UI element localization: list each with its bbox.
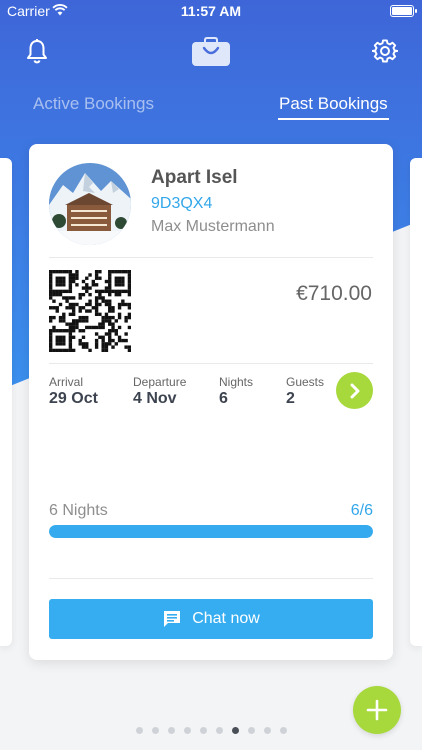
page-dot[interactable]	[167, 727, 175, 734]
hotel-photo	[49, 163, 131, 245]
battery-icon	[390, 5, 417, 17]
guests-value: 2	[286, 390, 295, 407]
page-dot[interactable]	[279, 727, 287, 734]
status-bar: Carrier 11:57 AM	[0, 0, 422, 22]
page-dot[interactable]	[183, 727, 191, 734]
page-dot[interactable]	[231, 727, 239, 734]
clock: 11:57 AM	[180, 3, 242, 19]
progress-label: 6 Nights	[49, 502, 108, 519]
nights-value: 6	[219, 390, 228, 407]
booking-card: Apart Isel 9D3QX4 Max Mustermann €710.00…	[29, 144, 393, 660]
divider	[49, 257, 373, 258]
booking-details-button[interactable]	[336, 372, 373, 409]
stay-progress-fill	[49, 525, 373, 538]
divider	[49, 363, 373, 364]
tab-past-bookings[interactable]: Past Bookings	[279, 94, 388, 114]
chat-now-button[interactable]: Chat now	[49, 599, 373, 639]
qr-code[interactable]	[49, 270, 132, 353]
plus-icon	[366, 699, 388, 721]
briefcase-icon[interactable]	[192, 37, 230, 66]
arrival-label: Arrival	[49, 375, 84, 389]
guests-label: Guests	[286, 375, 325, 389]
departure-label: Departure	[133, 375, 187, 389]
previous-booking-card[interactable]	[0, 158, 12, 646]
departure-value: 4 Nov	[133, 390, 177, 407]
chat-now-label: Chat now	[192, 610, 260, 627]
hotel-name: Apart Isel	[151, 167, 238, 188]
chevron-right-icon	[350, 383, 359, 398]
tab-active-bookings[interactable]: Active Bookings	[33, 94, 154, 114]
booking-code[interactable]: 9D3QX4	[151, 195, 212, 213]
guest-name: Max Mustermann	[151, 218, 275, 235]
next-booking-card[interactable]	[410, 158, 422, 646]
arrival-value: 29 Oct	[49, 390, 98, 407]
page-dot[interactable]	[247, 727, 255, 734]
page-dot[interactable]	[263, 727, 271, 734]
gear-icon[interactable]	[371, 38, 399, 64]
booking-tabs: Active Bookings Past Bookings	[0, 94, 422, 124]
page-dot[interactable]	[215, 727, 223, 734]
page-indicator[interactable]	[0, 727, 422, 735]
tab-underline	[278, 118, 389, 120]
bell-icon[interactable]	[24, 38, 50, 66]
divider	[49, 578, 373, 579]
nights-label: Nights	[219, 375, 254, 389]
booking-price: €710.00	[296, 282, 372, 305]
progress-count: 6/6	[350, 502, 373, 519]
page-dot[interactable]	[151, 727, 159, 734]
stay-progress-bar	[49, 525, 373, 538]
chat-icon	[164, 611, 181, 627]
page-dot[interactable]	[135, 727, 143, 734]
page-dot[interactable]	[199, 727, 207, 734]
